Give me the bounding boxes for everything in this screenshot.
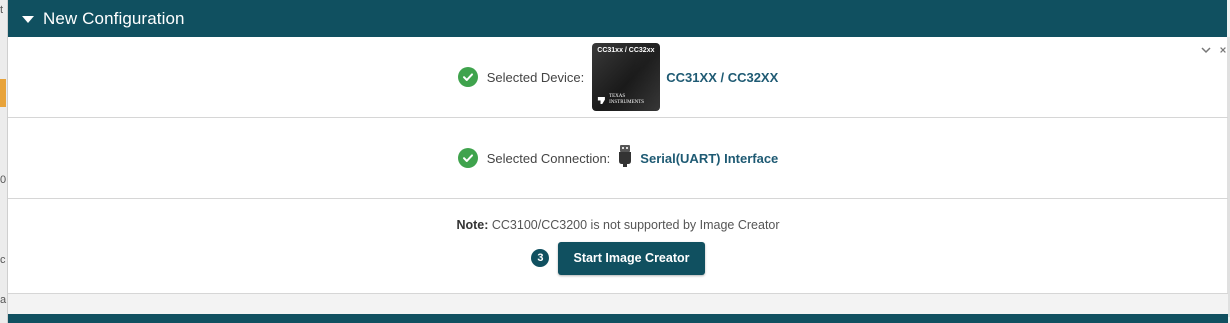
action-row: 3 Start Image Creator <box>531 241 705 275</box>
chip-logo-text: TEXAS INSTRUMENTS <box>609 94 645 105</box>
check-circle-icon <box>457 67 478 87</box>
panel-header[interactable]: New Configuration <box>8 0 1227 37</box>
caret-down-icon[interactable] <box>22 15 34 23</box>
selected-connection-row: Selected Connection: Serial(UART) Interf… <box>8 118 1228 199</box>
new-configuration-panel: New Configuration Selected Device: CC31x… <box>7 0 1228 323</box>
corner-controls <box>1201 44 1227 58</box>
footer-area <box>8 294 1228 323</box>
note-message: CC3100/CC3200 is not supported by Image … <box>491 217 780 232</box>
close-icon[interactable] <box>1219 44 1227 58</box>
backdrop-glyph: 0 <box>0 174 7 186</box>
step-number-badge: 3 <box>531 249 550 267</box>
panel-title: New Configuration <box>43 8 185 28</box>
backdrop-glyph: c <box>0 254 6 266</box>
start-image-creator-button[interactable]: Start Image Creator <box>558 241 705 275</box>
backdrop-glyph: a <box>0 294 7 306</box>
selected-connection-value[interactable]: Serial(UART) Interface <box>640 151 778 166</box>
selected-device-label: Selected Device: <box>486 69 585 85</box>
backdrop-accent <box>0 79 6 107</box>
next-panel-header-strip[interactable] <box>8 314 1228 323</box>
image-creator-section: Note: CC3100/CC3200 is not supported by … <box>8 199 1228 294</box>
selected-device-value[interactable]: CC31XX / CC32XX <box>666 70 778 85</box>
backdrop-glyph: t <box>0 4 4 16</box>
device-chip-image: CC31xx / CC32xx TEXAS INSTRUMENTS <box>592 43 661 111</box>
ti-logo-icon: TEXAS INSTRUMENTS <box>597 94 660 106</box>
selected-device-row: Selected Device: CC31xx / CC32xx TEXAS I… <box>8 37 1228 118</box>
chevron-down-icon[interactable] <box>1201 44 1211 58</box>
check-circle-icon <box>457 148 478 168</box>
note-text: Note: CC3100/CC3200 is not supported by … <box>456 218 779 232</box>
note-prefix: Note: <box>456 217 489 232</box>
usb-connector-icon <box>618 144 632 172</box>
selected-connection-label: Selected Connection: <box>486 150 611 166</box>
chip-caption: CC31xx / CC32xx <box>597 47 655 54</box>
